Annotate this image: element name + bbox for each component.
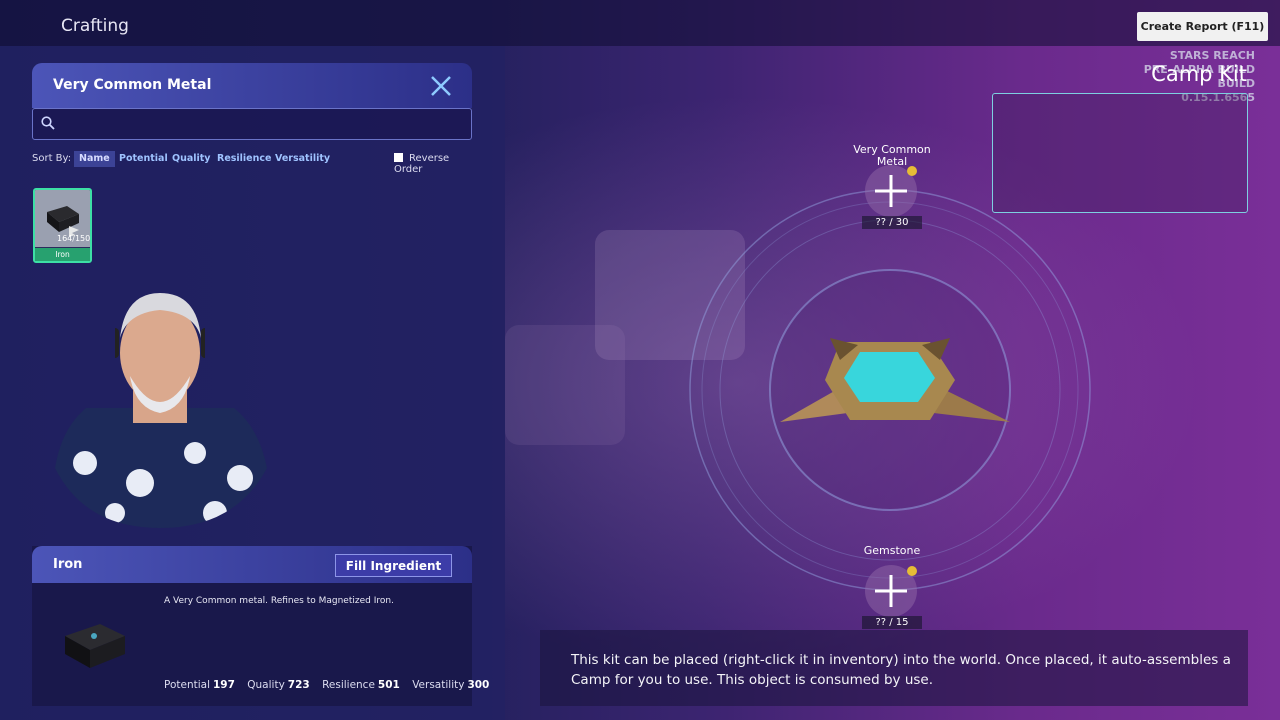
slot-count-gemstone: ?? / 15: [862, 616, 922, 629]
sort-resilience[interactable]: Resilience: [212, 151, 276, 167]
selector-title: Very Common Metal: [53, 77, 212, 93]
sort-label: Sort By:: [32, 153, 72, 164]
item-stats: Potential 197 Quality 723 Resilience 501 Ve…: [164, 679, 498, 691]
stat-quality-label: Quality: [247, 679, 285, 691]
item-description: A Very Common metal. Refines to Magnetiz…: [164, 596, 394, 606]
recipe-description-box: This kit can be placed (right-click it i…: [540, 630, 1248, 706]
reverse-order-toggle[interactable]: Reverse Order: [394, 153, 472, 175]
selector-header: Very Common Metal: [32, 63, 472, 108]
reverse-order-checkbox[interactable]: [394, 153, 403, 162]
slot-label-gemstone: Gemstone: [863, 544, 921, 557]
recipe-title: Camp Kit: [1151, 62, 1247, 86]
recipe-description: This kit can be placed (right-click it i…: [571, 652, 1231, 688]
slot-indicator-dot: [907, 566, 917, 576]
close-icon[interactable]: [429, 74, 453, 98]
item-card-iron[interactable]: 164/150 Iron: [33, 188, 92, 263]
stat-resilience-label: Resilience: [322, 679, 375, 691]
stat-quality-value: 723: [287, 679, 310, 691]
item-name: Iron: [35, 248, 90, 261]
search-input[interactable]: [32, 108, 472, 140]
search-icon: [41, 116, 55, 130]
stat-potential-label: Potential: [164, 679, 210, 691]
slot-indicator-dot: [907, 166, 917, 176]
ingredient-detail-panel: Iron Fill Ingredient A Very Common metal…: [32, 546, 489, 706]
background-object: [505, 325, 625, 445]
page-title: Crafting: [61, 16, 129, 36]
stat-versatility-value: 300: [467, 679, 490, 691]
sort-quality[interactable]: Quality: [167, 151, 216, 167]
stat-resilience-value: 501: [377, 679, 400, 691]
top-bar: Crafting: [0, 0, 1280, 46]
fill-ingredient-button[interactable]: Fill Ingredient: [335, 554, 452, 577]
sort-name[interactable]: Name: [74, 151, 115, 167]
sort-potential[interactable]: Potential: [114, 151, 173, 167]
slot-count-metal: ?? / 30: [862, 216, 922, 229]
streamer-webcam-avatar: [55, 293, 267, 528]
stat-potential-value: 197: [213, 679, 235, 691]
create-report-button[interactable]: Create Report (F11): [1137, 12, 1268, 41]
detail-header: Iron Fill Ingredient: [32, 546, 472, 583]
stat-versatility-label: Versatility: [412, 679, 465, 691]
sort-bar: Sort By: Name Potential Quality Resilien…: [32, 151, 472, 175]
build-line-game: STARS REACH: [1169, 49, 1255, 62]
sort-versatility[interactable]: Versatility: [270, 151, 335, 167]
crafting-ring: [689, 189, 1091, 591]
item-count: 164/150: [57, 234, 91, 243]
detail-item-name: Iron: [53, 557, 83, 572]
iron-ingot-large-icon: [65, 624, 125, 668]
